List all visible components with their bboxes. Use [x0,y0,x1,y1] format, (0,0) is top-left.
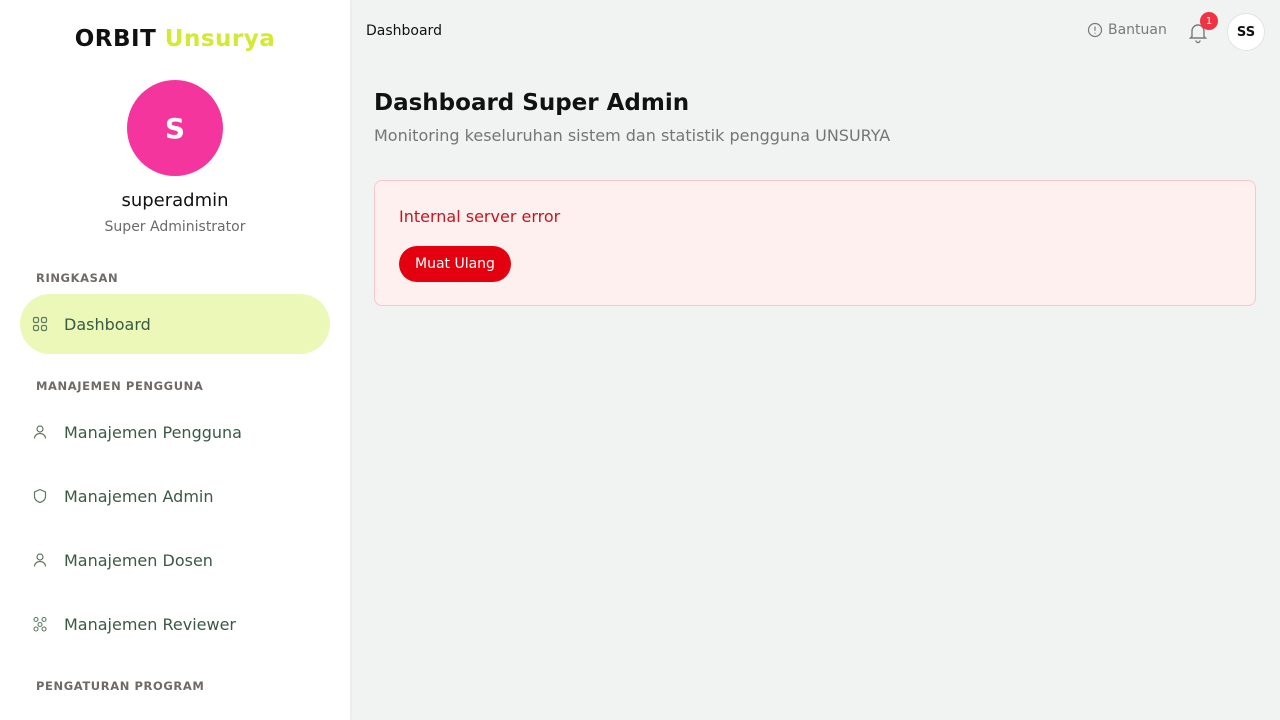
retry-button[interactable]: Muat Ulang [399,246,511,282]
sidebar-item-label: Dashboard [64,314,151,334]
main-content: Dashboard Bantuan 1 SS Dashboard Super A… [350,0,1280,720]
sidebar: ORBIT Unsurya S superadmin Super Adminis… [0,0,350,720]
sidebar-item-label: Manajemen Dosen [64,550,213,570]
topbar-title: Dashboard [366,23,442,39]
sidebar-item-lecturers[interactable]: Manajemen Dosen [20,530,330,590]
page-title: Dashboard Super Admin [374,90,690,116]
page-subtitle: Monitoring keseluruhan sistem dan statis… [374,126,891,145]
grid-icon [32,316,48,332]
section-label-summary: RINGKASAN [36,271,119,285]
profile-avatar-button[interactable]: SS [1227,13,1265,51]
user-avatar: S [127,80,223,176]
sidebar-item-label: Manajemen Reviewer [64,614,237,634]
sidebar-item-users[interactable]: Manajemen Pengguna [20,402,330,462]
brand-logo: ORBIT Unsurya [0,26,350,52]
notification-badge: 1 [1200,12,1218,30]
avatar-initial: S [164,111,186,145]
help-link[interactable]: Bantuan [1087,22,1167,38]
user-role: Super Administrator [104,219,246,235]
user-name: superadmin [121,190,229,211]
sidebar-item-admins[interactable]: Manajemen Admin [20,466,330,526]
section-label-program-settings: PENGATURAN PROGRAM [36,679,205,693]
app-root: ORBIT Unsurya S superadmin Super Adminis… [0,0,1280,720]
brand-main: ORBIT [74,26,157,52]
brand-accent: Unsurya [164,26,276,52]
user-icon [32,424,48,440]
sidebar-item-label: Manajemen Pengguna [64,422,242,442]
error-message: Internal server error [399,207,561,226]
sidebar-item-reviewers[interactable]: Manajemen Reviewer [20,594,330,654]
error-alert: Internal server error Muat Ulang [374,180,1256,306]
shield-icon [32,488,48,504]
sidebar-item-dashboard[interactable]: Dashboard [20,294,330,354]
help-label: Bantuan [1108,22,1167,38]
info-circle-icon [1087,22,1103,38]
user-icon [32,552,48,568]
network-icon [32,616,48,632]
avatar-initials: SS [1236,24,1256,40]
sidebar-item-label: Manajemen Admin [64,486,214,506]
section-label-user-management: MANAJEMEN PENGGUNA [36,379,204,393]
